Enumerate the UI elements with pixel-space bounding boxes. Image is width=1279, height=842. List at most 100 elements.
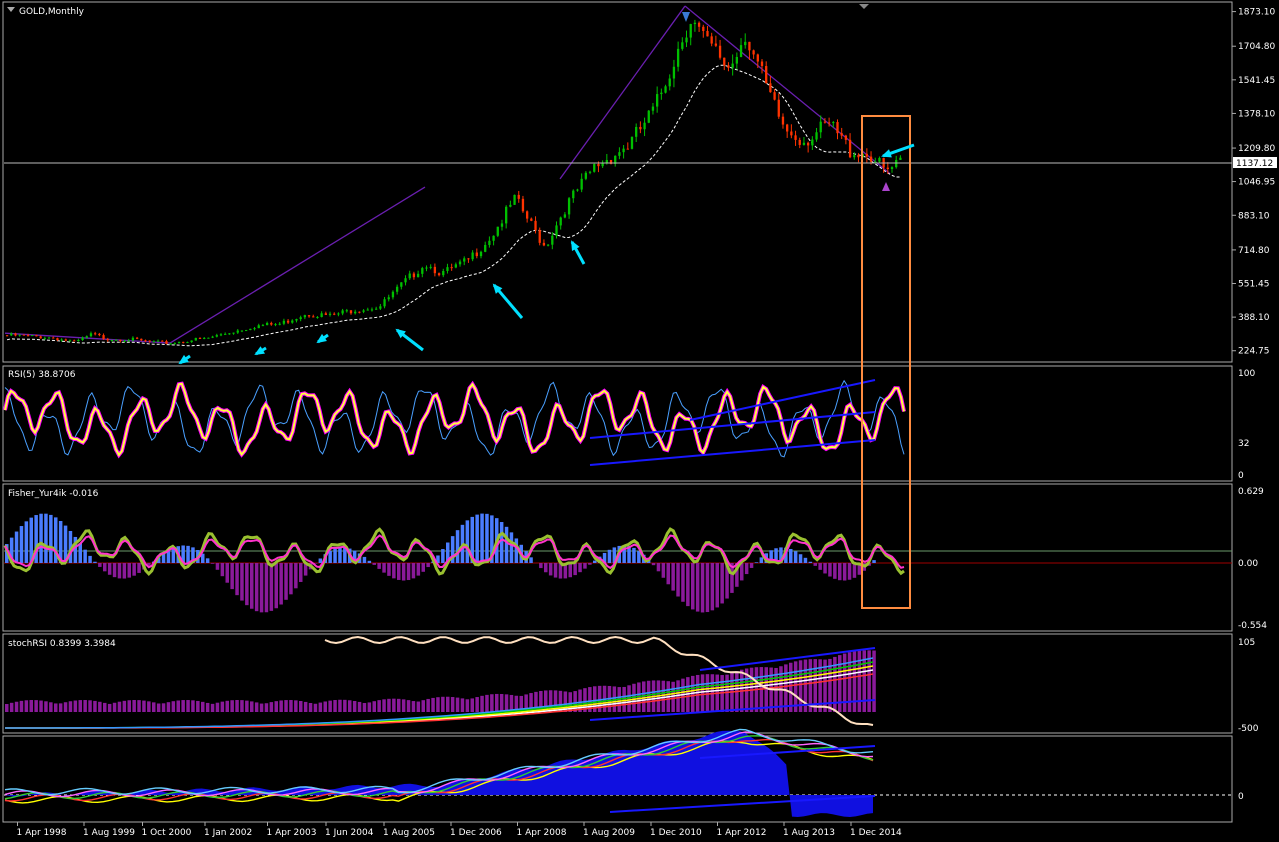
fisher-histogram-bar [553, 563, 558, 578]
stochrsi-histogram-bar [465, 699, 470, 712]
stochrsi-histogram-bar [132, 700, 136, 712]
fisher-histogram-bar [426, 563, 430, 568]
candle-body [295, 319, 298, 321]
candle-body [114, 339, 118, 341]
candle-body [572, 190, 575, 199]
candle-body [26, 335, 30, 337]
candle-body [626, 148, 629, 150]
fisher-histogram-bar [700, 563, 705, 613]
fisher-histogram-bar [88, 555, 92, 563]
candle-body [362, 310, 365, 312]
fisher-histogram-bar [808, 561, 813, 563]
time-tick-label: 1 Jan 2002 [204, 828, 252, 838]
candle-body [244, 330, 248, 332]
candle-body [425, 267, 428, 269]
candle-body [463, 258, 466, 262]
stochrsi-histogram-bar [299, 700, 303, 712]
candle-body [790, 131, 793, 136]
fisher-histogram-bar [122, 563, 127, 579]
stochrsi-histogram-bar [372, 701, 376, 712]
candle-body [525, 211, 529, 219]
stochrsi-histogram-bar [245, 700, 249, 712]
candle-body [597, 164, 600, 167]
stochrsi-histogram-bar [73, 700, 78, 712]
candle-body [618, 152, 621, 156]
rsi-label: RSI(5) 38.8706 [8, 370, 76, 380]
fisher-histogram-bar [475, 514, 479, 563]
gold-monthly-chart[interactable]: GOLD,Monthly 1137.12 1873.10 1704.80 1541.… [0, 0, 1279, 842]
candle-body [744, 41, 747, 46]
candle-body [203, 337, 206, 339]
stochrsi-histogram-bar [872, 650, 876, 712]
stochrsi-histogram-bar [88, 700, 92, 712]
candle-body [588, 171, 592, 173]
stochrsi-histogram-bar [220, 701, 225, 712]
candle-body [190, 340, 193, 343]
candle-body [786, 124, 789, 132]
candle-body [43, 338, 46, 340]
stochrsi-label: stochRSI 0.8399 3.3984 [8, 639, 116, 649]
stochrsi-histogram-bar [842, 653, 847, 712]
stochrsi-histogram-bar [470, 698, 474, 712]
candle-body [471, 252, 474, 260]
candle-body [165, 341, 168, 344]
fisher-histogram-bar [504, 526, 509, 563]
candle-body [148, 340, 151, 342]
fisher-histogram-bar [509, 532, 514, 563]
candle-body [442, 270, 445, 276]
candle-body [899, 157, 902, 160]
fisher-histogram-bar [691, 563, 695, 610]
candle-body [156, 340, 160, 342]
stochrsi-histogram-bar [622, 686, 626, 712]
price-tick-label: 1209.80 [1238, 144, 1275, 154]
fisher-histogram-bar [44, 513, 48, 563]
stochrsi-histogram-bar [661, 680, 666, 712]
candle-body [387, 297, 390, 300]
stochrsi-histogram-bar [411, 701, 416, 712]
candle-body [735, 56, 738, 64]
candle-body [22, 334, 26, 336]
candle-body [47, 337, 51, 339]
candle-body [194, 337, 197, 341]
price-tick-label: 1378.10 [1238, 109, 1275, 119]
fisher-histogram-bar [284, 563, 288, 600]
stochrsi-histogram-bar [401, 699, 406, 712]
stochrsi-histogram-bar [318, 702, 323, 712]
candle-body [421, 268, 424, 274]
stochrsi-histogram-bar [68, 701, 73, 712]
candle-body [324, 313, 327, 315]
fisher-histogram-bar [578, 563, 582, 573]
stochrsi-histogram-bar [789, 662, 793, 712]
fisher-histogram-bar [39, 513, 43, 563]
fisher-histogram-bar [749, 563, 754, 568]
stochrsi-histogram-bar [705, 674, 710, 712]
time-tick-label: 1 Jun 2004 [325, 828, 374, 838]
candle-body [681, 42, 684, 49]
stochrsi-histogram-bar [14, 701, 19, 712]
stochrsi-histogram-bar [397, 698, 401, 712]
stochrsi-histogram-bar [421, 700, 425, 712]
fisher-histogram-bar [171, 547, 176, 563]
fisher-histogram-bar [250, 563, 254, 609]
stochrsi-histogram-bar [343, 699, 347, 712]
candle-body [840, 133, 843, 136]
stochrsi-histogram-bar [9, 702, 14, 712]
fisher-histogram-bar [367, 560, 372, 563]
time-tick-label: 1 Aug 2005 [383, 828, 435, 838]
candle-body [853, 155, 856, 158]
candle-body [68, 340, 72, 342]
candle-body [798, 139, 801, 145]
time-tick-label: 1 Apr 1998 [17, 828, 67, 838]
fisher-histogram-bar [254, 563, 259, 612]
candle-body [60, 339, 63, 341]
fisher-histogram-bar [205, 558, 210, 563]
stochrsi-histogram-bar [289, 700, 293, 712]
candle-body [207, 337, 210, 339]
stochrsi-histogram-bar [475, 697, 479, 712]
stochrsi-histogram-bar [196, 700, 200, 712]
time-tick-label: 1 Apr 2008 [517, 828, 567, 838]
candle-body [718, 45, 722, 58]
fisher-histogram-bar [411, 563, 416, 579]
candle-body [563, 214, 567, 218]
candle-body [81, 337, 84, 341]
